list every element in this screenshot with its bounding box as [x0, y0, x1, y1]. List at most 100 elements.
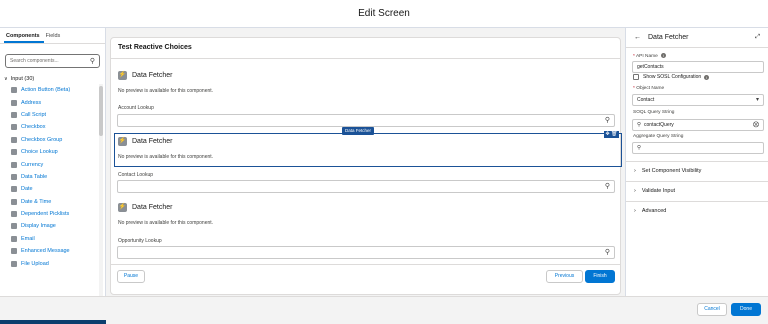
tab-fields[interactable]: Fields [44, 28, 65, 43]
api-name-input[interactable]: getContacts [632, 61, 764, 73]
scrollbar-thumb[interactable] [99, 86, 103, 136]
component-item[interactable]: Address [0, 96, 105, 108]
expand-icon[interactable]: ⤢ [755, 34, 760, 41]
properties-header: ← Data Fetcher ⤢ [626, 28, 768, 48]
component-item[interactable]: Date [0, 183, 105, 195]
component-item[interactable]: Choice Lookup [0, 146, 105, 158]
component-icon [11, 149, 17, 156]
component-label: Checkbox Group [21, 136, 63, 143]
lightning-icon: ⚡ [118, 137, 127, 146]
component-item[interactable]: Email [0, 233, 105, 245]
component-icon [11, 111, 17, 118]
search-icon: ⚲ [604, 249, 610, 256]
component-item[interactable]: File Upload [0, 257, 105, 269]
divider [111, 58, 620, 59]
object-name-label-text: Object Name [636, 86, 665, 91]
component-item[interactable]: Display Image [0, 220, 105, 232]
api-name-label-text: API Name [635, 53, 658, 59]
finish-button[interactable]: Finish [585, 270, 615, 283]
lightning-icon: ⚡ [118, 71, 127, 80]
info-icon[interactable]: i [704, 74, 710, 80]
chevron-down-icon: ▾ [755, 97, 759, 103]
move-delete-icon[interactable]: ✥ 🗑 [604, 131, 619, 138]
component-icon [11, 260, 17, 267]
search-icon: ⚲ [89, 58, 95, 65]
component-item[interactable]: Enhanced Message [0, 245, 105, 257]
component-label: Data Table [21, 173, 48, 180]
sosl-checkbox-row[interactable]: Show SOSL Configuration i [633, 74, 710, 80]
aggregate-label: Aggregate Query String [633, 134, 684, 139]
tab-components[interactable]: Components [4, 28, 44, 43]
object-name-label: * Object Name [633, 86, 665, 91]
selected-component-outline[interactable] [114, 133, 622, 167]
component-item[interactable]: Date & Time [0, 196, 105, 208]
accordion-visibility[interactable]: › Set Component Visibility [626, 161, 768, 181]
accordion-label: Validate Input [641, 188, 676, 194]
contact-lookup-label: Contact Lookup [118, 172, 154, 178]
chevron-down-icon: ∨ [4, 76, 8, 82]
info-icon[interactable]: i [660, 53, 666, 58]
section-input[interactable]: ∨ Input (30) [4, 76, 105, 82]
pause-button[interactable]: Pause [117, 270, 145, 283]
search-icon: ⚲ [637, 145, 642, 151]
search-input[interactable]: Search components... ⚲ [5, 54, 100, 68]
opportunity-lookup-label: Opportunity Lookup [118, 238, 162, 244]
component-icon [11, 248, 17, 255]
soql-input[interactable]: ⚲ contactQuery ⨂ [632, 119, 764, 131]
component-label: Date & Time [21, 198, 52, 205]
chevron-right-icon: › [634, 168, 636, 174]
component-icon [11, 136, 17, 143]
component-label: Dependent Picklists [21, 211, 70, 218]
component-item[interactable]: Currency [0, 158, 105, 170]
accordion-label: Advanced [641, 208, 667, 214]
search-icon: ⚲ [637, 122, 642, 128]
no-preview-text: No preview is available for this compone… [118, 88, 214, 94]
no-preview-text: No preview is available for this compone… [118, 220, 214, 226]
soql-label: SOQL Query String [633, 110, 675, 115]
no-preview-text: No preview is available for this compone… [118, 154, 214, 160]
cancel-button[interactable]: Cancel [697, 303, 727, 316]
component-item[interactable]: Call Script [0, 109, 105, 121]
data-fetcher-component[interactable]: ⚡ Data Fetcher [118, 137, 172, 146]
opportunity-lookup-input[interactable]: ⚲ [117, 246, 615, 259]
contact-lookup-input[interactable]: ⚲ [117, 180, 615, 193]
back-arrow-icon[interactable]: ← [634, 34, 641, 41]
search-icon: ⚲ [604, 183, 610, 190]
previous-button[interactable]: Previous [546, 270, 583, 283]
component-scrollbar[interactable] [99, 84, 103, 304]
component-title: Data Fetcher [132, 138, 173, 145]
divider [111, 264, 620, 265]
object-name-select[interactable]: Contact ▾ [632, 94, 764, 106]
done-button[interactable]: Done [731, 303, 761, 316]
component-item[interactable]: Checkbox Group [0, 134, 105, 146]
data-fetcher-component[interactable]: ⚡ Data Fetcher [118, 203, 172, 212]
soql-value: contactQuery [644, 122, 674, 128]
component-icon [11, 235, 17, 242]
component-label: Enhanced Message [21, 248, 70, 255]
data-fetcher-component[interactable]: ⚡ Data Fetcher [118, 71, 172, 80]
account-lookup-input[interactable]: ⚲ [117, 114, 615, 127]
search-icon: ⚲ [604, 117, 610, 124]
accordion-advanced[interactable]: › Advanced [626, 201, 768, 221]
component-item[interactable]: Dependent Picklists [0, 208, 105, 220]
component-label: Address [21, 99, 42, 106]
component-item[interactable]: Checkbox [0, 121, 105, 133]
sosl-checkbox[interactable] [633, 74, 639, 80]
component-icon [11, 211, 17, 218]
section-label: Input (30) [10, 76, 35, 82]
component-title: Data Fetcher [132, 72, 173, 79]
aggregate-input[interactable]: ⚲ [632, 142, 764, 154]
component-icon [11, 99, 17, 106]
modal-header: Edit Screen [0, 0, 768, 28]
component-title: Data Fetcher [132, 204, 173, 211]
component-icon [11, 124, 17, 131]
component-icon [11, 198, 17, 205]
component-label: Checkbox [21, 124, 46, 131]
clear-icon[interactable]: ⨂ [753, 120, 759, 130]
component-icon [11, 87, 17, 94]
component-item[interactable]: Data Table [0, 171, 105, 183]
component-item[interactable]: Action Button (Beta) [0, 84, 105, 96]
properties-panel: ← Data Fetcher ⤢ * API Name i getContacts… [625, 28, 768, 296]
lightning-icon: ⚡ [118, 203, 127, 212]
accordion-validate[interactable]: › Validate Input [626, 181, 768, 201]
